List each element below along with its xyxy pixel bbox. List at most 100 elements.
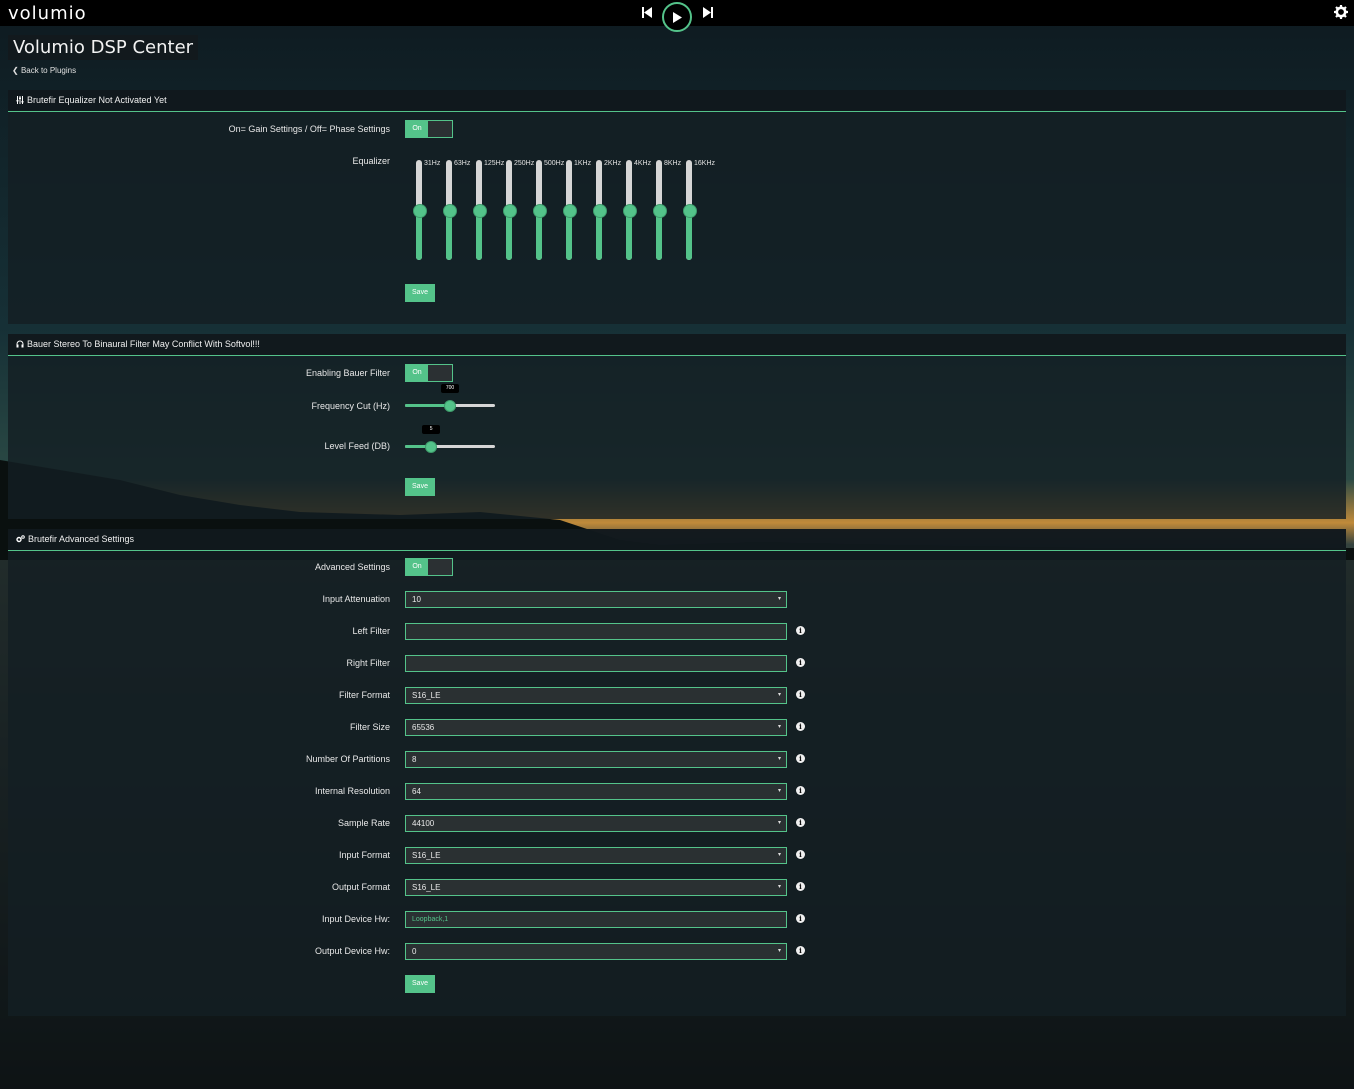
eq-band-1: 63Hz [438,160,470,260]
slider-value-tooltip: 700 [441,384,459,393]
select-field[interactable]: 10 ▾ [405,591,787,608]
info-icon[interactable]: i [796,850,805,859]
toggle-on-label: On [406,121,428,137]
text-input[interactable]: Loopback,1 [405,911,787,928]
frequency-cut-slider[interactable]: 700 [405,384,495,413]
field-label: Left Filter [352,626,390,636]
select-field[interactable]: 8 ▾ [405,751,787,768]
field-row: Input Format S16_LE ▾ i [8,847,1346,864]
field-value: S16_LE [412,691,441,700]
field-label: Output Format [331,882,390,892]
dropdown-caret-icon: ▾ [777,820,781,826]
select-field[interactable]: S16_LE ▾ [405,847,787,864]
equalizer-save-button[interactable]: Save [405,284,435,302]
eq-slider-handle[interactable] [503,204,517,218]
toggle-on-label: On [406,559,428,575]
eq-slider-handle[interactable] [653,204,667,218]
bauer-section-title: Bauer Stereo To Binaural Filter May Conf… [27,339,260,349]
bauer-section: Bauer Stereo To Binaural Filter May Conf… [8,334,1346,519]
toggle-on-label: On [406,365,428,381]
select-field[interactable]: S16_LE ▾ [405,879,787,896]
info-icon[interactable]: i [796,690,805,699]
info-icon[interactable]: i [796,786,805,795]
equalizer-section: Brutefir Equalizer Not Activated Yet On=… [8,90,1346,324]
field-row: Output Format S16_LE ▾ i [8,879,1346,896]
play-button[interactable] [662,2,692,32]
advanced-section-title: Brutefir Advanced Settings [28,534,135,544]
bauer-enable-toggle[interactable]: On [405,364,453,382]
select-field[interactable]: 64 ▾ [405,783,787,800]
field-row: Filter Size 65536 ▾ i [8,719,1346,736]
select-field[interactable]: S16_LE ▾ [405,687,787,704]
field-label: Filter Size [349,722,390,732]
info-icon[interactable]: i [796,658,805,667]
eq-slider-handle[interactable] [623,204,637,218]
field-label: Input Device Hw: [321,914,390,924]
text-input[interactable] [405,623,787,640]
slider-handle[interactable] [425,441,438,453]
field-row: Left Filter i [8,623,1346,640]
gain-phase-toggle[interactable]: On [405,120,453,138]
select-field[interactable]: 65536 ▾ [405,719,787,736]
eq-slider-handle[interactable] [593,204,607,218]
eq-slider-handle[interactable] [563,204,577,218]
dropdown-caret-icon: ▾ [777,948,781,954]
dropdown-caret-icon: ▾ [777,692,781,698]
eq-band-4: 500Hz [528,160,564,260]
field-row: Right Filter i [8,655,1346,672]
info-icon[interactable]: i [796,882,805,891]
next-icon[interactable] [703,7,713,18]
field-row: Output Device Hw: 0 ▾ i [8,943,1346,960]
info-icon[interactable]: i [796,914,805,923]
back-to-plugins-link[interactable]: ❮ Back to Plugins [12,66,76,75]
eq-slider-handle[interactable] [443,204,457,218]
dropdown-caret-icon: ▾ [777,596,781,602]
chevron-left-icon: ❮ [12,66,19,75]
field-row: Internal Resolution 64 ▾ i [8,783,1346,800]
field-value: 10 [412,595,421,604]
bauer-section-header: Bauer Stereo To Binaural Filter May Conf… [8,334,1346,356]
field-label: Filter Format [338,690,390,700]
eq-slider-handle[interactable] [413,204,427,218]
level-feed-slider[interactable]: 5 [405,425,495,454]
info-icon[interactable]: i [796,626,805,635]
back-label: Back to Plugins [20,66,77,75]
eq-band-8: 8KHz [648,160,681,260]
advanced-section: Brutefir Advanced Settings Advanced Sett… [8,529,1346,1016]
field-value: 44100 [412,819,435,828]
top-bar: volumio [0,0,1354,32]
field-row: Filter Format S16_LE ▾ i [8,687,1346,704]
eq-slider-handle[interactable] [683,204,697,218]
field-row: Sample Rate 44100 ▾ i [8,815,1346,832]
main-content: Volumio DSP Center ❮ Back to Plugins Bru… [0,26,1354,1089]
equalizer-section-title: Brutefir Equalizer Not Activated Yet [27,95,167,105]
previous-icon[interactable] [642,7,652,18]
equalizer-bands: 31Hz 63Hz 125Hz 250Hz 500Hz 1KHz 2KHz 4KHz 8KHz 1… [408,160,728,264]
info-icon[interactable]: i [796,818,805,827]
text-input[interactable] [405,655,787,672]
transport-controls [640,0,720,34]
bauer-save-button[interactable]: Save [405,478,435,496]
field-row: Input Attenuation 10 ▾ [8,591,1346,608]
field-value: 65536 [412,723,435,732]
advanced-settings-label: Advanced Settings [314,562,390,572]
advanced-save-button[interactable]: Save [405,975,435,993]
dropdown-caret-icon: ▾ [777,724,781,730]
info-icon[interactable]: i [796,722,805,731]
field-value: 0 [412,947,417,956]
sliders-icon [16,96,24,104]
eq-slider-handle[interactable] [533,204,547,218]
eq-band-label: 16KHz [694,160,716,167]
field-value: S16_LE [412,883,441,892]
dropdown-caret-icon: ▾ [777,852,781,858]
info-icon[interactable]: i [796,946,805,955]
select-field[interactable]: 0 ▾ [405,943,787,960]
advanced-settings-toggle[interactable]: On [405,558,453,576]
headphones-icon [16,340,24,348]
info-icon[interactable]: i [796,754,805,763]
select-field[interactable]: 44100 ▾ [405,815,787,832]
eq-slider-handle[interactable] [473,204,487,218]
field-row: Number Of Partitions 8 ▾ i [8,751,1346,768]
settings-gear-icon[interactable] [1334,5,1348,19]
slider-handle[interactable] [444,400,456,412]
